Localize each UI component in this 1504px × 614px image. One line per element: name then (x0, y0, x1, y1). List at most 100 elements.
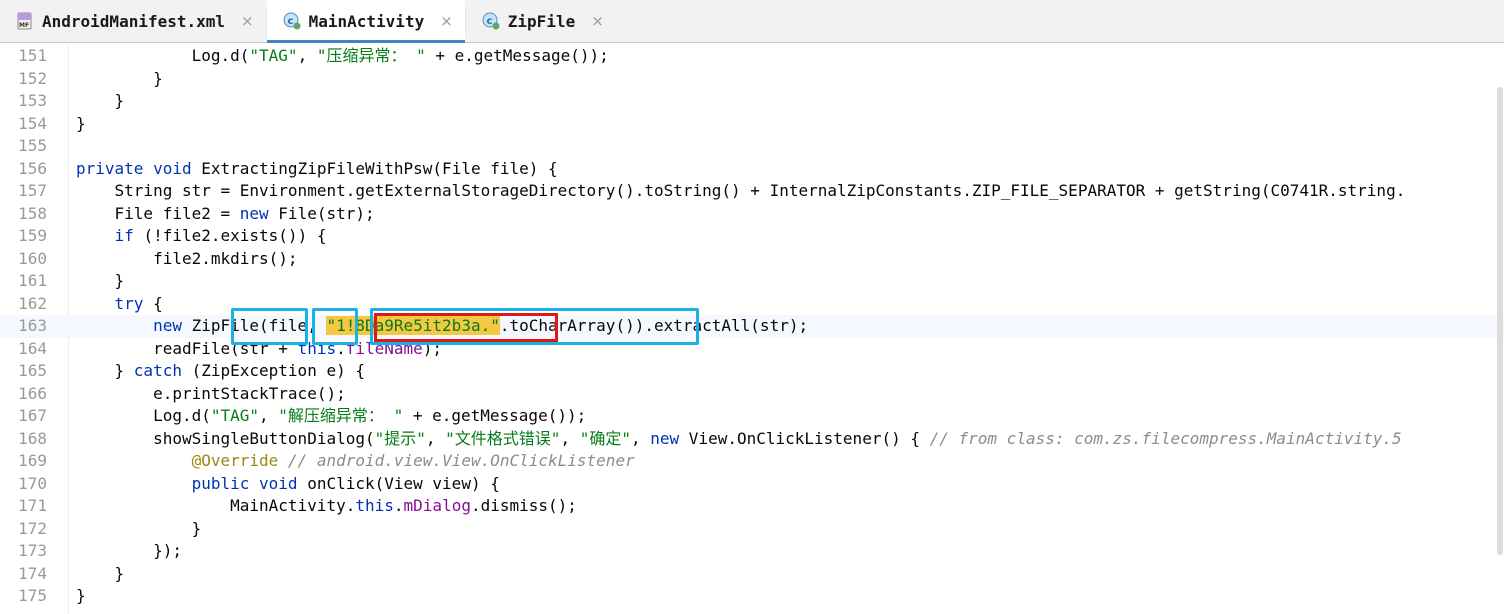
code-line[interactable]: 163 new ZipFile(file, "1!8Da9Re5it2b3a."… (0, 315, 1504, 338)
code-editor[interactable]: 151 Log.d("TAG", "压缩异常： " + e.getMessage… (0, 43, 1504, 614)
file-arg-highlight-box (312, 308, 358, 345)
code-token: "提示" (374, 428, 426, 448)
java-class-icon: c (482, 12, 500, 30)
code-token: private void (76, 158, 202, 178)
code-line[interactable]: 157 String str = Environment.getExternal… (0, 180, 1504, 203)
code-line[interactable]: 173 }); (0, 540, 1504, 563)
line-number: 156 (18, 158, 47, 178)
line-number: 151 (18, 46, 47, 65)
code-token: "压缩异常： " (316, 46, 426, 65)
code-line[interactable]: 169 @Override // android.view.View.OnCli… (0, 450, 1504, 473)
code-token: "TAG" (210, 406, 260, 425)
close-icon[interactable]: × (591, 12, 604, 30)
code-token: MainActivity. (76, 496, 356, 515)
code-line[interactable]: 172 } (0, 518, 1504, 541)
code-token: }); (76, 541, 182, 560)
code-text: e.printStackTrace(); (76, 383, 346, 406)
tab-zipfile[interactable]: c ZipFile × (466, 0, 616, 42)
code-text: } (76, 113, 86, 136)
code-token: } (76, 271, 125, 290)
code-line[interactable]: 166 e.printStackTrace(); (0, 383, 1504, 406)
line-number: 157 (18, 181, 47, 200)
tab-android-manifest[interactable]: MF AndroidManifest.xml × (0, 0, 266, 42)
code-text: } (76, 585, 86, 608)
code-line[interactable]: 164 readFile(str + this.fileName); (0, 338, 1504, 361)
line-number: 158 (18, 203, 47, 223)
line-number: 161 (18, 271, 47, 290)
code-text: public void onClick(View view) { (76, 473, 500, 496)
code-text: @Override // android.view.View.OnClickLi… (76, 450, 635, 473)
code-token: File(str); (278, 203, 375, 223)
code-text: } (76, 68, 163, 91)
editor-tab-bar: MF AndroidManifest.xml × c MainActivity … (0, 0, 1504, 43)
code-line[interactable]: 175} (0, 585, 1504, 608)
svg-text:MF: MF (19, 22, 29, 29)
code-line[interactable]: 152 } (0, 68, 1504, 91)
close-icon[interactable]: × (241, 12, 254, 30)
code-line[interactable]: 162 try { (0, 293, 1504, 316)
code-token: } (76, 586, 86, 605)
code-token: } (76, 91, 125, 110)
java-class-icon: c (283, 12, 301, 30)
code-token: } (76, 361, 134, 380)
line-number: 167 (18, 406, 47, 425)
code-line[interactable]: 161 } (0, 270, 1504, 293)
code-line[interactable]: 170 public void onClick(View view) { (0, 473, 1504, 496)
code-token: + e.getMessage()); (425, 46, 609, 65)
line-number: 171 (18, 496, 47, 515)
code-token: // android.view.View.OnClickListener (287, 451, 635, 470)
tab-main-activity[interactable]: c MainActivity × (266, 0, 465, 43)
code-line[interactable]: 167 Log.d("TAG", "解压缩异常： " + e.getMessag… (0, 405, 1504, 428)
code-line[interactable]: 165 } catch (ZipException e) { (0, 360, 1504, 383)
code-line[interactable]: 155 (0, 135, 1504, 158)
line-number: 163 (18, 316, 47, 335)
line-number: 165 (18, 361, 47, 380)
code-line[interactable]: 158 File file2 = new File(str); (0, 203, 1504, 226)
code-token: ExtractingZipFileWithPsw(File file) { (201, 158, 558, 178)
code-text: String str = Environment.getExternalStor… (76, 180, 1406, 203)
code-line[interactable]: 156 private void ExtractingZipFileWithPsw… (0, 158, 1504, 181)
code-text: Log.d("TAG", "解压缩异常： " + e.getMessage())… (76, 405, 586, 428)
code-line[interactable]: 168 showSingleButtonDialog("提示", "文件格式错误… (0, 428, 1504, 451)
close-icon[interactable]: × (440, 12, 453, 30)
line-number: 159 (18, 226, 47, 245)
code-token: , (631, 428, 651, 448)
code-text: MainActivity.this.mDialog.dismiss(); (76, 495, 577, 518)
code-line[interactable]: 174 } (0, 563, 1504, 586)
code-line[interactable]: 171 MainActivity.this.mDialog.dismiss(); (0, 495, 1504, 518)
code-token: public void (191, 473, 308, 493)
line-number: 173 (18, 541, 47, 560)
code-token: , (560, 428, 580, 448)
code-text: Log.d("TAG", "压缩异常： " + e.getMessage()); (76, 45, 609, 68)
code-text: } (76, 90, 125, 113)
code-token: } (76, 563, 125, 583)
svg-text:c: c (486, 16, 492, 27)
code-line[interactable]: 154} (0, 113, 1504, 136)
line-number: 174 (18, 563, 47, 583)
line-number: 170 (18, 473, 47, 493)
line-number: 152 (18, 68, 47, 88)
code-line[interactable]: 153 } (0, 90, 1504, 113)
code-token: . (393, 496, 404, 515)
code-token: (!file2.exists()) { (143, 226, 327, 245)
vertical-scrollbar[interactable] (1497, 87, 1503, 555)
code-text: } (76, 518, 202, 541)
code-text: } (76, 270, 125, 293)
code-token: , (425, 428, 446, 448)
code-token: "解压缩异常： " (278, 406, 404, 425)
line-number: 166 (18, 383, 47, 403)
code-token: new (650, 428, 689, 448)
line-number: 169 (18, 451, 47, 470)
code-line[interactable]: 160 file2.mkdirs(); (0, 248, 1504, 271)
code-line[interactable]: 159 if (!file2.exists()) { (0, 225, 1504, 248)
code-token: Log.d( (76, 406, 211, 425)
code-line[interactable]: 151 Log.d("TAG", "压缩异常： " + e.getMessage… (0, 45, 1504, 68)
code-text: } catch (ZipException e) { (76, 360, 365, 383)
code-text: showSingleButtonDialog("提示", "文件格式错误", "… (76, 428, 1402, 451)
code-token: } (76, 518, 202, 538)
